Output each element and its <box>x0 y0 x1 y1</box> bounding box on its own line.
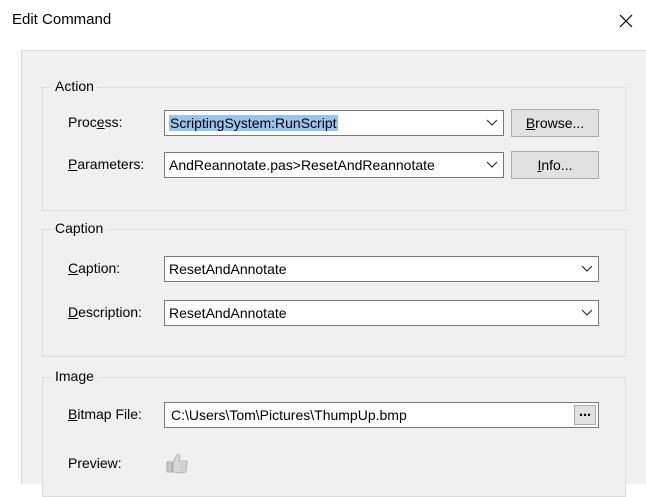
browse-button[interactable]: Browse... <box>511 109 599 137</box>
bitmap-file-label: Bitmap File: <box>68 406 142 422</box>
chevron-down-icon <box>581 309 593 316</box>
caption-combo[interactable]: ResetAndAnnotate <box>164 256 599 282</box>
caption-value: ResetAndAnnotate <box>169 261 287 277</box>
bitmap-file-value: C:\Users\Tom\Pictures\ThumpUp.bmp <box>171 407 407 423</box>
caption-group-title: Caption <box>51 220 108 236</box>
description-label: Description: <box>68 304 142 320</box>
info-button[interactable]: Info... <box>511 151 599 179</box>
preview-label: Preview: <box>68 455 122 471</box>
caption-dropdown-button[interactable] <box>576 257 598 281</box>
parameters-combo[interactable]: AndReannotate.pas>ResetAndReannotate <box>164 152 504 178</box>
process-label: Process: <box>68 114 123 130</box>
process-dropdown-button[interactable] <box>481 111 503 135</box>
window-title: Edit Command <box>12 11 112 28</box>
chevron-down-icon <box>486 161 498 168</box>
parameters-label: Parameters: <box>68 156 145 172</box>
bitmap-browse-button[interactable]: ⋯ <box>574 405 596 425</box>
close-icon <box>619 14 633 28</box>
chevron-down-icon <box>486 119 498 126</box>
description-value: ResetAndAnnotate <box>169 305 287 321</box>
bitmap-file-input[interactable]: C:\Users\Tom\Pictures\ThumpUp.bmp ⋯ <box>164 402 599 428</box>
process-combo[interactable]: ScriptingSystem:RunScript <box>164 110 504 136</box>
caption-group: Caption Caption: ResetAndAnnotate Descri… <box>42 220 626 357</box>
parameters-dropdown-button[interactable] <box>481 153 503 177</box>
parameters-value: AndReannotate.pas>ResetAndReannotate <box>169 157 435 173</box>
chevron-down-icon <box>581 265 593 272</box>
caption-label: Caption: <box>68 260 121 276</box>
title-bar: Edit Command <box>0 0 646 42</box>
image-group: Image Bitmap File: C:\Users\Tom\Pictures… <box>42 368 626 497</box>
image-group-title: Image <box>51 368 98 384</box>
action-group: Action Process: ScriptingSystem:RunScrip… <box>42 78 626 211</box>
dialog-body: Action Process: ScriptingSystem:RunScrip… <box>21 50 646 497</box>
description-dropdown-button[interactable] <box>576 301 598 325</box>
description-combo[interactable]: ResetAndAnnotate <box>164 300 599 326</box>
process-value: ScriptingSystem:RunScript <box>169 115 338 131</box>
close-button[interactable] <box>612 8 640 34</box>
thumbs-up-icon <box>166 453 188 474</box>
action-group-title: Action <box>51 78 98 94</box>
